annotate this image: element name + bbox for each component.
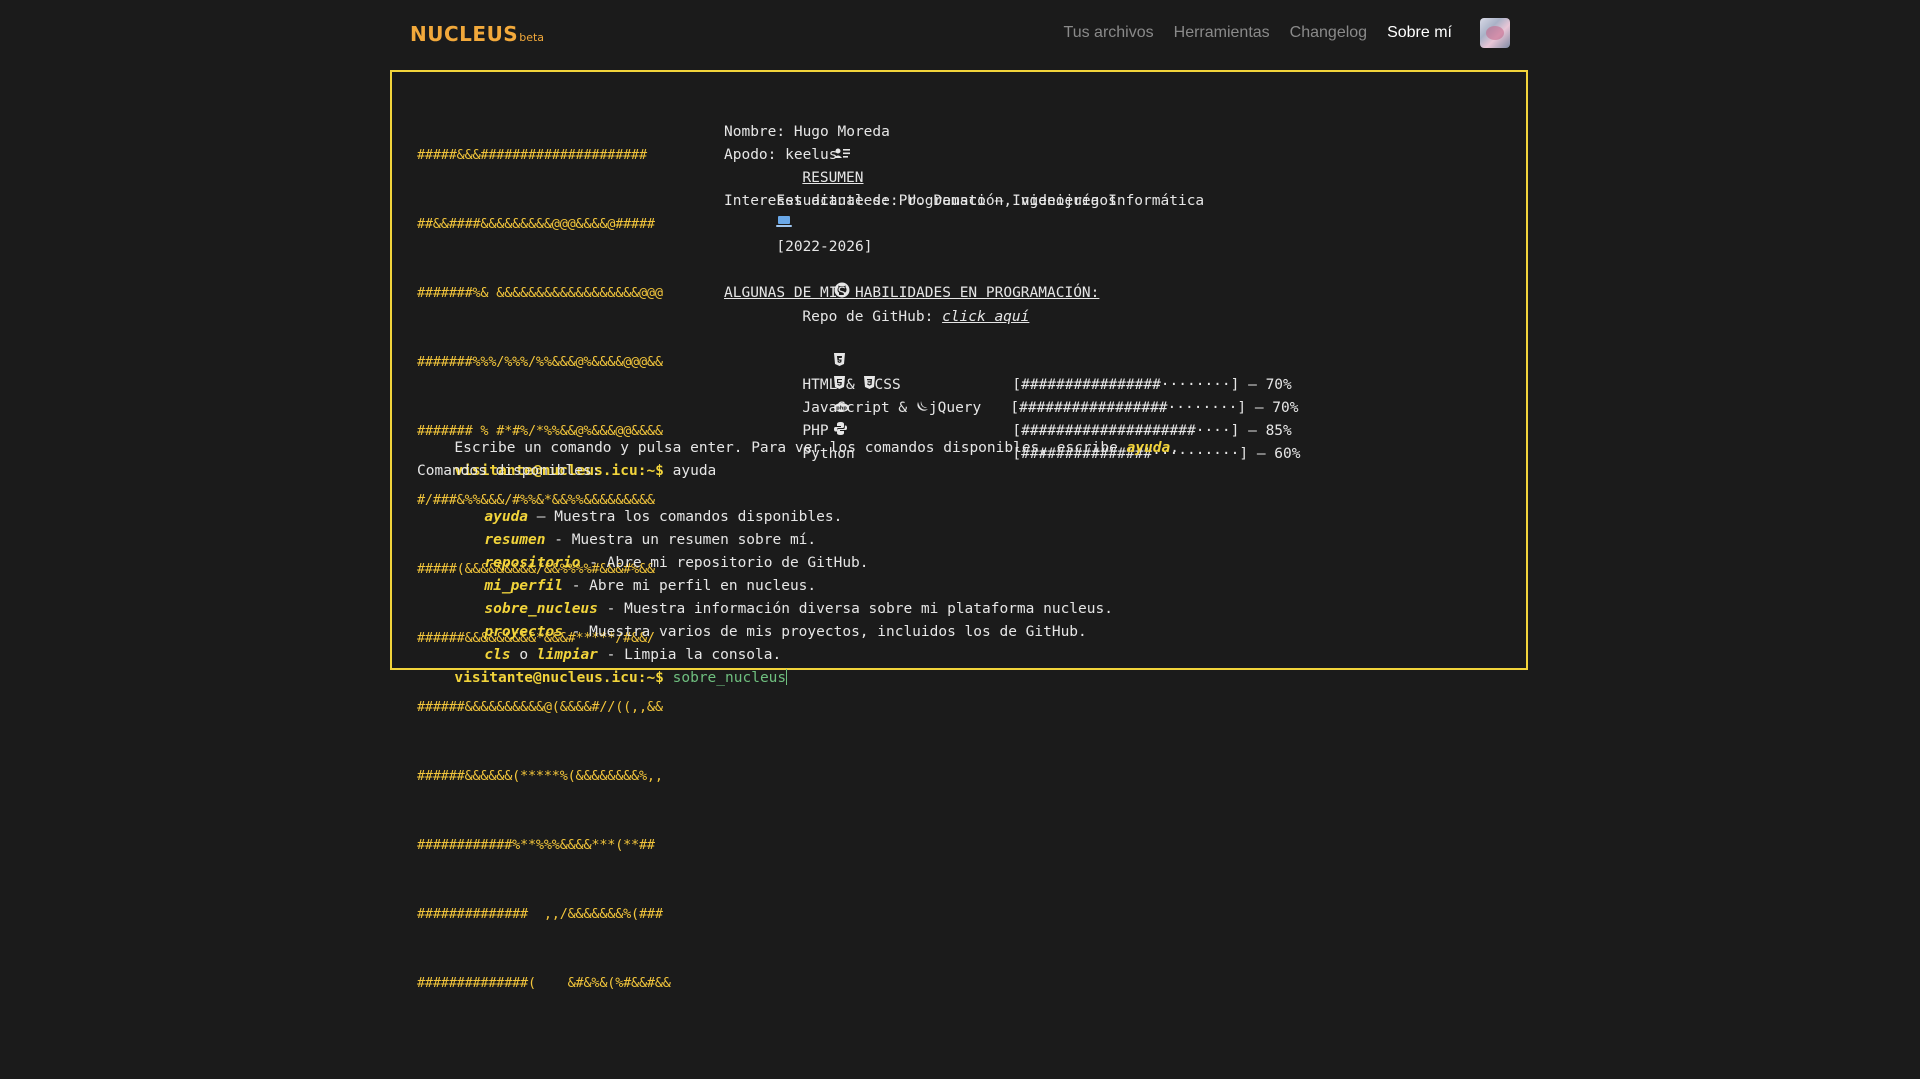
console-entered-command: ayuda — [672, 463, 717, 479]
command-name: cls — [484, 647, 511, 663]
laptop-icon — [776, 216, 793, 232]
command-separator: - — [562, 624, 590, 640]
summary-title: RESUMEN — [802, 170, 864, 186]
nav-herramientas[interactable]: Herramientas — [1174, 24, 1270, 42]
ascii-row: #######%& &&&&&&&&&&&&&&&&&&@@@ — [417, 285, 663, 301]
ascii-row: #######%%%/%%%/%%&&&@%&&&&@@@&& — [417, 354, 663, 370]
nav-changelog[interactable]: Changelog — [1290, 24, 1367, 42]
command-name: resumen — [484, 532, 546, 548]
nav-sobre-mi[interactable]: Sobre mí — [1387, 24, 1452, 42]
command-name: repositorio — [484, 555, 581, 571]
command-description: Muestra un resumen sobre mí. — [571, 532, 817, 548]
command-description: Muestra varios de mis proyectos, incluid… — [589, 624, 1087, 640]
command-separator: - — [545, 532, 572, 548]
repo-label: Repo de GitHub: — [802, 309, 934, 325]
command-name: ayuda — [484, 509, 529, 525]
summary-name: Nombre: Hugo Moreda — [724, 124, 890, 140]
command-description: Muestra los comandos disponibles. — [554, 509, 843, 525]
command-description: Abre mi perfil en nucleus. — [589, 578, 817, 594]
command-or: o — [510, 647, 537, 663]
console-input[interactable]: sobre_nucleus — [673, 670, 787, 686]
skills-title: ALGUNAS DE MIS HABILIDADES EN PROGRAMACI… — [724, 285, 1100, 301]
summary-interests: Intereses actuales: Programación, videoj… — [724, 193, 1117, 209]
console-output: Escribe un comando y pulsa enter. Para v… — [402, 414, 1502, 686]
github-repo-link[interactable]: click aquí — [942, 309, 1029, 325]
logo-beta-label: beta — [519, 31, 545, 44]
summary-years: [2022-2026] — [776, 239, 873, 255]
command-name: sobre_nucleus — [484, 601, 598, 617]
command-separator: — — [528, 509, 555, 525]
ascii-row: ######&&&&&&(*****%(&&&&&&&&%,, — [417, 768, 663, 784]
command-separator: - — [580, 555, 607, 571]
available-commands-title: Comandos disponibles: — [417, 463, 601, 479]
command-name: mi_perfil — [484, 578, 563, 594]
command-separator: - — [597, 601, 625, 617]
main-nav: Tus archivos Herramientas Changelog Sobr… — [1064, 24, 1452, 42]
intro-text: Escribe un comando y pulsa enter. Para v… — [454, 440, 1127, 456]
terminal-window[interactable]: #####&&&##################### ##&&####&&… — [390, 70, 1528, 991]
command-help-row: ayuda — Muestra los comandos disponibles… — [402, 483, 1502, 525]
command-description: Abre mi repositorio de GitHub. — [606, 555, 869, 571]
console-prompt: visitante@nucleus.icu:~$ — [454, 670, 664, 686]
top-navbar: NUCLEUSbeta Tus archivos Herramientas Ch… — [390, 0, 1530, 70]
ascii-row: ##&&####&&&&&&&&&@@@&&&&@##### — [417, 216, 655, 232]
command-description: Muestra información diversa sobre mi pla… — [624, 601, 1113, 617]
console-intro: Escribe un comando y pulsa enter. Para v… — [402, 414, 1502, 456]
intro-command: ayuda — [1126, 440, 1171, 456]
command-description: - Limpia la consola. — [597, 647, 782, 663]
intro-end: . — [1170, 440, 1179, 456]
nucleus-logo[interactable]: NUCLEUSbeta — [410, 22, 544, 46]
logo-text: NUCLEUS — [410, 22, 519, 46]
command-name: limpiar — [536, 647, 598, 663]
summary-panel: RESUMEN Nombre: Hugo Moreda Apodo: keelu… — [724, 98, 1504, 462]
ascii-row: ############%**%%%&&&&***(**## — [417, 837, 655, 853]
ascii-row: ############## ,,/&&&&&&&%(### — [417, 906, 663, 922]
ascii-row: ######&&&&&&&&&&@(&&&&#//((,,&& — [417, 699, 663, 715]
summary-title-row: RESUMEN — [724, 98, 1504, 186]
ascii-row: #####&&&##################### — [417, 147, 647, 163]
command-name: proyectos — [484, 624, 563, 640]
ascii-row: ##############( &#&%&(%#&&#&& — [417, 975, 671, 991]
nav-tus-archivos[interactable]: Tus archivos — [1064, 24, 1154, 42]
command-separator: - — [562, 578, 590, 594]
text-cursor — [786, 669, 788, 685]
user-avatar[interactable] — [1480, 18, 1510, 48]
